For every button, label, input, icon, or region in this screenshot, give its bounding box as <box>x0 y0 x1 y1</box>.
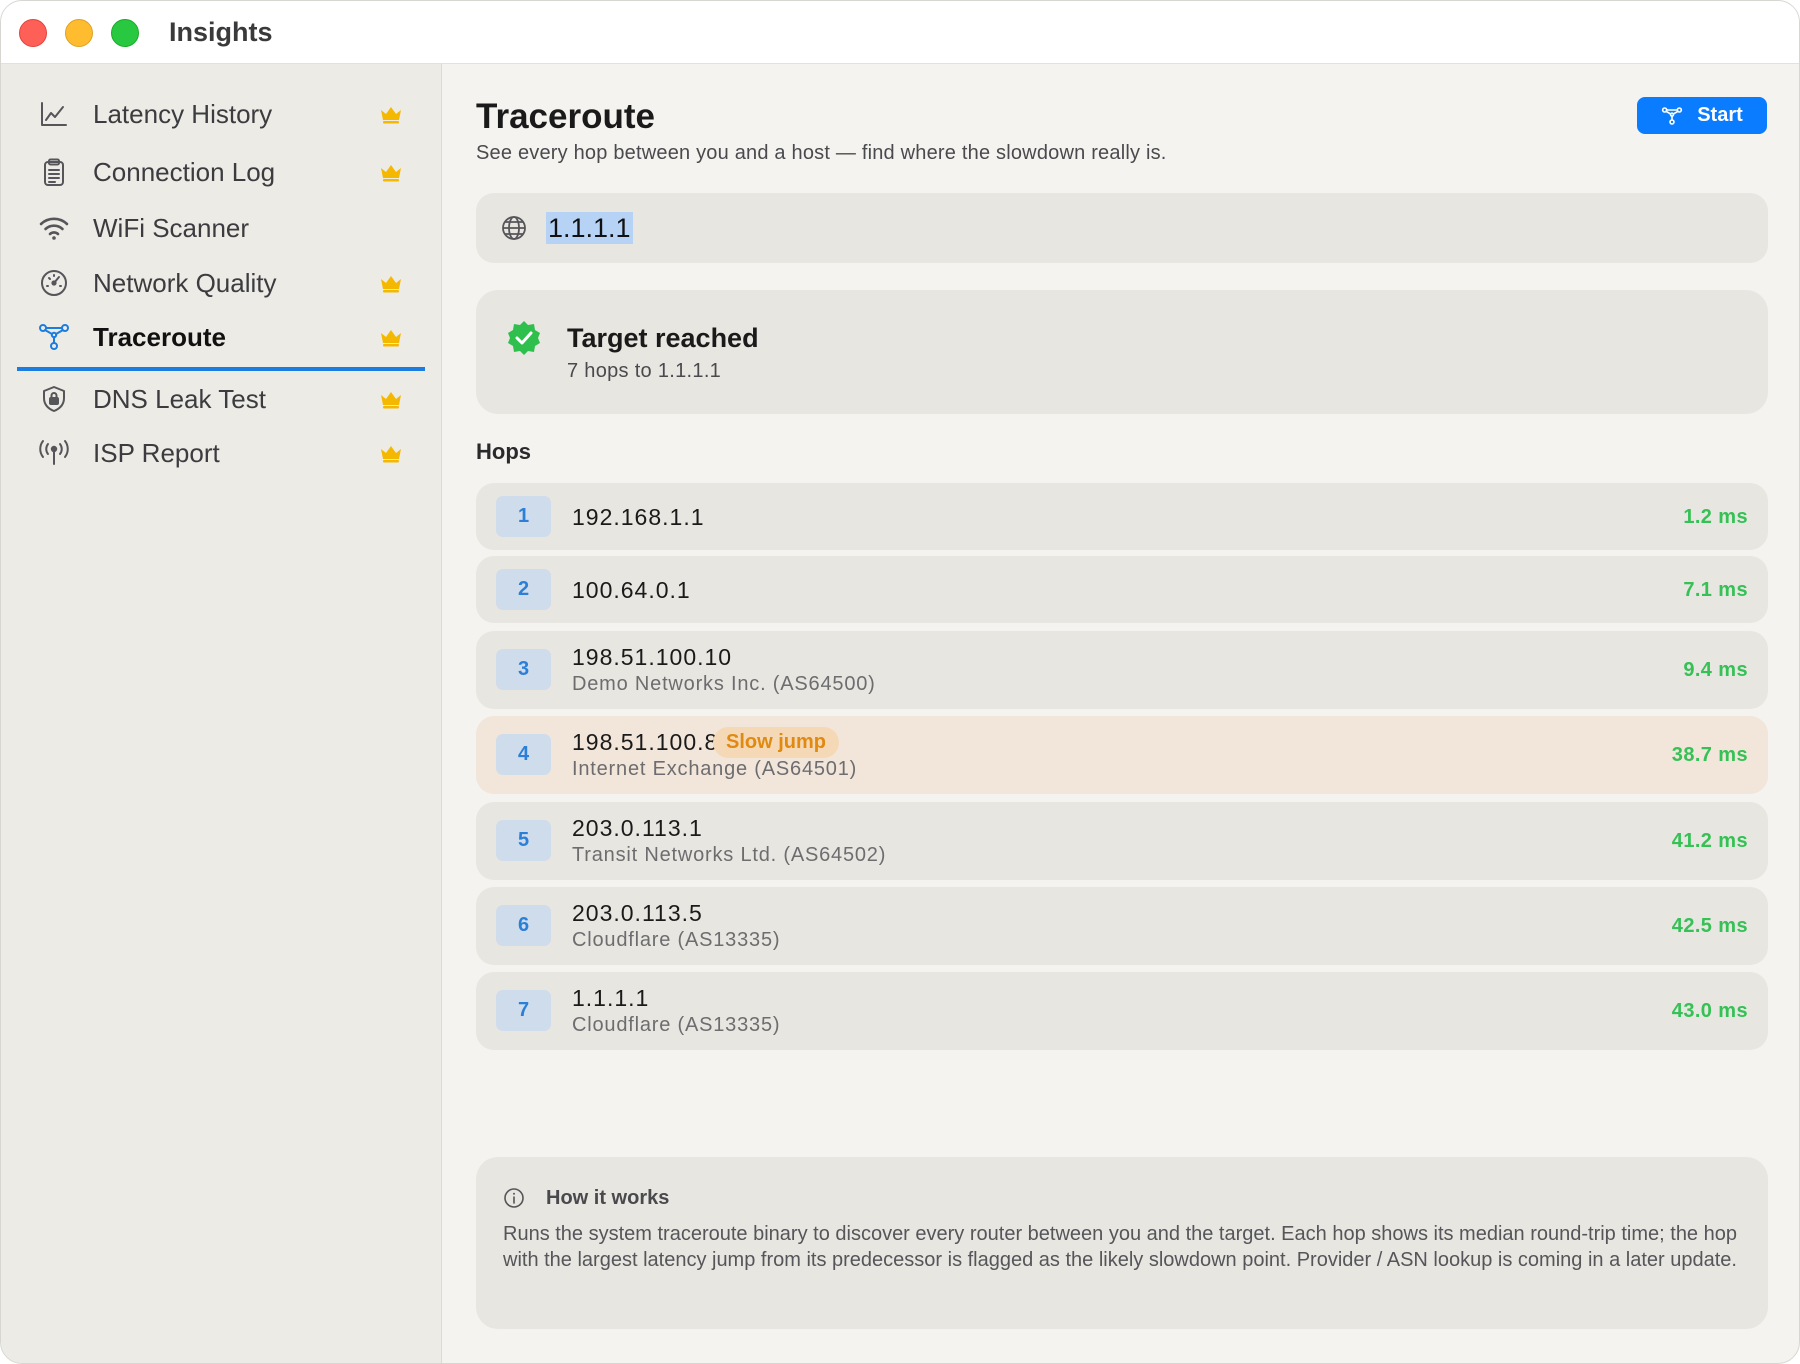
sidebar-item-traceroute[interactable]: Traceroute <box>17 308 425 371</box>
sidebar-item-label: Connection Log <box>93 156 276 187</box>
info-icon <box>504 1188 524 1208</box>
chart-line-icon <box>37 97 71 131</box>
sidebar-item-label: ISP Report <box>93 437 220 468</box>
hop-number: 2 <box>496 569 551 610</box>
hop-number: 5 <box>496 820 551 861</box>
title-bar: Insights <box>1 1 1799 64</box>
crown-icon <box>381 165 401 182</box>
app-window: Insights Latency History Connection Log <box>0 0 1800 1364</box>
hop-number: 6 <box>496 905 551 946</box>
hop-latency: 38.7 ms <box>1671 744 1748 766</box>
sidebar-item-label: Traceroute <box>93 321 226 352</box>
hop-row[interactable]: 1 192.168.1.1 1.2 ms <box>476 483 1768 550</box>
zoom-window-button[interactable] <box>111 19 139 47</box>
hop-ip: 198.51.100.10 <box>572 644 733 670</box>
hop-number: 3 <box>496 649 551 690</box>
page-subtitle: See every hop between you and a host — f… <box>476 142 1167 164</box>
sidebar-item-label: Network Quality <box>93 267 277 298</box>
hop-row-slow[interactable]: 4 198.51.100.84 Slow jump Internet Excha… <box>476 716 1768 794</box>
hop-ip: 203.0.113.5 <box>572 900 703 926</box>
crown-icon <box>381 276 401 293</box>
host-input-value[interactable]: 1.1.1.1 <box>546 212 633 244</box>
hop-ip: 192.168.1.1 <box>572 504 705 530</box>
crown-icon <box>381 392 401 409</box>
crown-icon <box>381 107 401 124</box>
hop-latency: 1.2 ms <box>1683 506 1748 528</box>
hop-ip: 198.51.100.84 <box>572 729 733 755</box>
sidebar-item-label: Latency History <box>93 98 273 129</box>
status-title: Target reached <box>567 323 759 353</box>
hop-number: 7 <box>496 990 551 1031</box>
hop-ip: 1.1.1.1 <box>572 985 650 1011</box>
hop-asn: Transit Networks Ltd. (AS64502) <box>572 844 887 866</box>
shield-icon <box>37 382 71 416</box>
hop-row[interactable]: 6 203.0.113.5 Cloudflare (AS13335) 42.5 … <box>476 887 1768 965</box>
sidebar-item-dns-leak-test[interactable]: DNS Leak Test <box>17 370 425 428</box>
start-button-label: Start <box>1697 104 1743 126</box>
status-card: Target reached 7 hops to 1.1.1.1 <box>476 290 1768 414</box>
how-it-works-title: How it works <box>546 1187 670 1209</box>
hop-asn: Demo Networks Inc. (AS64500) <box>572 673 876 695</box>
main-content: Traceroute See every hop between you and… <box>443 64 1799 1363</box>
hops-header: Hops <box>476 439 531 464</box>
hop-asn: Cloudflare (AS13335) <box>572 929 781 951</box>
hop-asn: Cloudflare (AS13335) <box>572 1014 781 1036</box>
crown-icon <box>381 446 401 463</box>
hop-row[interactable]: 5 203.0.113.1 Transit Networks Ltd. (AS6… <box>476 802 1768 880</box>
hop-latency: 43.0 ms <box>1671 1000 1748 1022</box>
globe-icon <box>502 216 526 240</box>
speedometer-icon <box>37 266 71 300</box>
close-window-button[interactable] <box>19 19 47 47</box>
hop-ip: 203.0.113.1 <box>572 815 703 841</box>
sidebar-item-isp-report[interactable]: ISP Report <box>17 424 425 482</box>
host-input[interactable]: 1.1.1.1 <box>476 193 1768 263</box>
hop-number: 1 <box>496 496 551 537</box>
hop-row[interactable]: 3 198.51.100.10 Demo Networks Inc. (AS64… <box>476 631 1768 709</box>
antenna-icon <box>37 436 71 470</box>
start-button[interactable]: Start <box>1637 97 1767 134</box>
sidebar-item-label: WiFi Scanner <box>93 212 250 243</box>
hop-latency: 7.1 ms <box>1683 579 1748 601</box>
window-controls <box>19 19 139 47</box>
network-nodes-icon <box>37 320 71 354</box>
sidebar-item-label: DNS Leak Test <box>93 383 266 414</box>
hop-latency: 9.4 ms <box>1683 659 1748 681</box>
sidebar-item-wifi-scanner[interactable]: WiFi Scanner <box>17 199 425 257</box>
hop-latency: 41.2 ms <box>1671 830 1748 852</box>
clipboard-icon <box>37 155 71 189</box>
hop-row[interactable]: 2 100.64.0.1 7.1 ms <box>476 556 1768 623</box>
hop-row[interactable]: 7 1.1.1.1 Cloudflare (AS13335) 43.0 ms <box>476 972 1768 1050</box>
sidebar-item-connection-log[interactable]: Connection Log <box>17 143 425 201</box>
how-it-works-card: How it works Runs the system traceroute … <box>476 1157 1768 1329</box>
sidebar-item-latency-history[interactable]: Latency History <box>17 85 425 143</box>
how-it-works-body: Runs the system traceroute binary to dis… <box>503 1223 1737 1271</box>
window-title: Insights <box>169 17 273 47</box>
minimize-window-button[interactable] <box>65 19 93 47</box>
sidebar: Latency History Connection Log WiFi Scan… <box>1 64 442 1363</box>
hop-number: 4 <box>496 734 551 775</box>
hop-asn: Internet Exchange (AS64501) <box>572 758 858 780</box>
hop-latency: 42.5 ms <box>1671 915 1748 937</box>
hop-ip: 100.64.0.1 <box>572 577 691 603</box>
slow-jump-badge: Slow jump <box>713 727 839 758</box>
verified-check-icon <box>508 321 540 355</box>
sidebar-item-network-quality[interactable]: Network Quality <box>17 254 425 312</box>
crown-icon <box>381 330 401 347</box>
page-title: Traceroute <box>476 97 655 136</box>
network-nodes-icon <box>1662 106 1683 125</box>
status-subtitle: 7 hops to 1.1.1.1 <box>567 360 722 382</box>
wifi-icon <box>37 211 71 245</box>
